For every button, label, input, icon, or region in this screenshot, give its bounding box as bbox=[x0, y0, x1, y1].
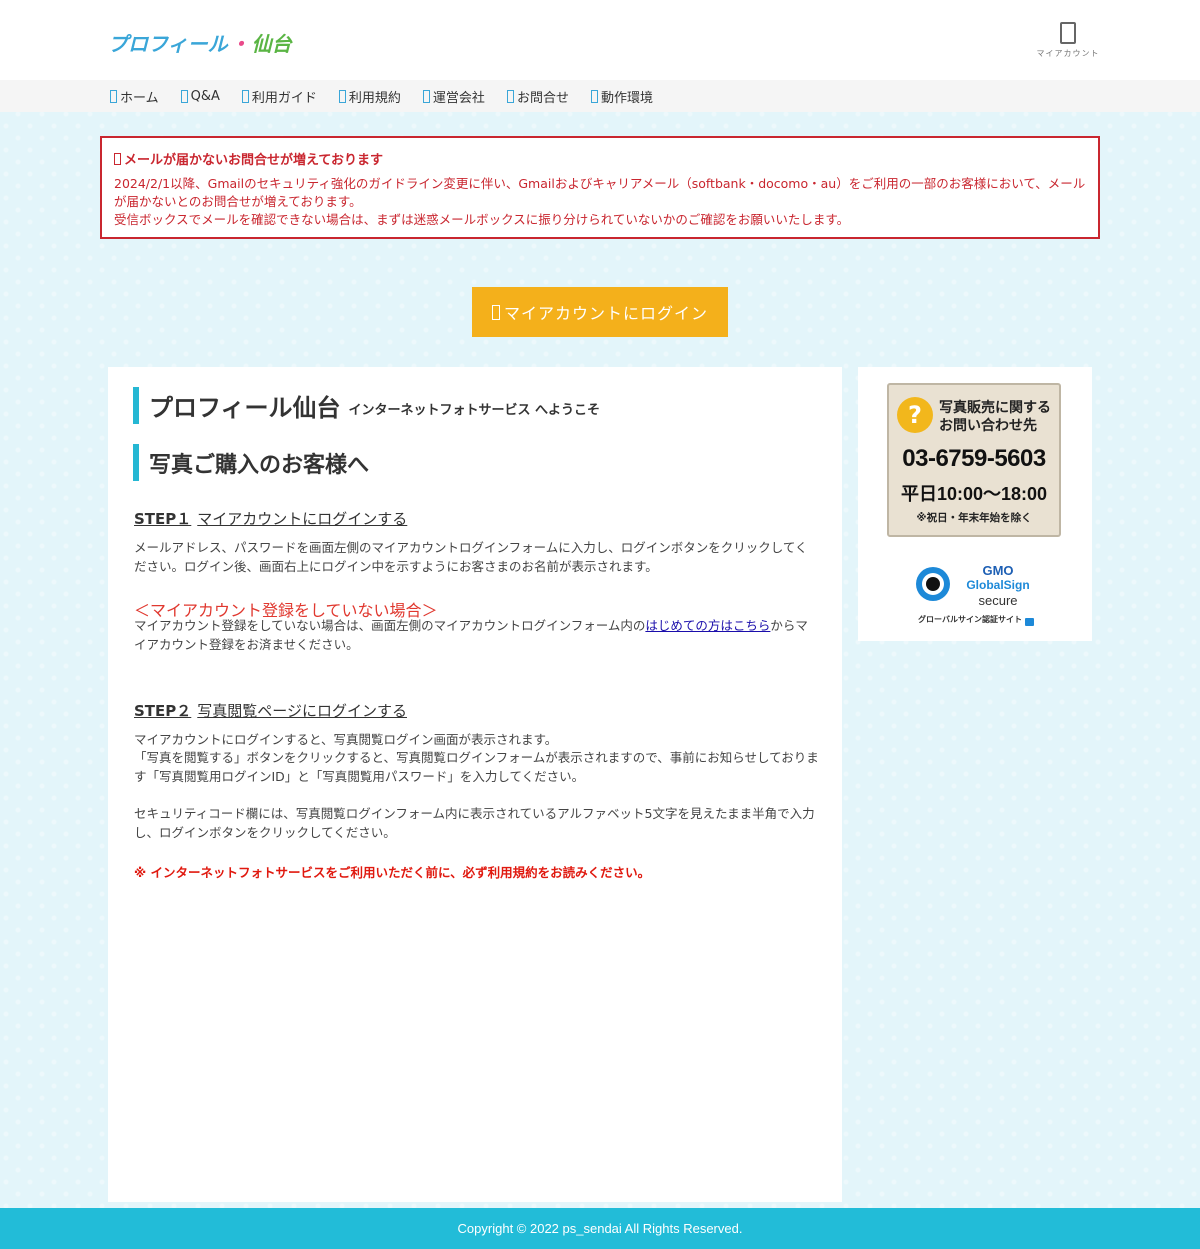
notice-title: メールが届かないお問合せが増えております bbox=[114, 149, 1086, 168]
question-icon: ? bbox=[897, 397, 933, 433]
seal-globalsign: GlobalSign bbox=[966, 578, 1030, 592]
mail-notice-box: メールが届かないお問合せが増えております 2024/2/1以降、Gmailのセキ… bbox=[100, 136, 1100, 239]
site-footer: Copyright © 2022 ps_sendai All Rights Re… bbox=[0, 1208, 1200, 1249]
welcome-title: プロフィール仙台 bbox=[149, 394, 341, 422]
main-content: プロフィール仙台 インターネットフォトサービス へようこそ 写真ご購入のお客様へ… bbox=[108, 367, 842, 1202]
my-account-login-button[interactable]: マイアカウントにログイン bbox=[472, 287, 728, 337]
terms-warning: ※ インターネットフォトサービスをご利用いただく前に、必ず利用規約をお読みくださ… bbox=[134, 865, 651, 880]
user-icon bbox=[491, 304, 500, 320]
mail-icon bbox=[506, 89, 514, 103]
step2-title: STEP２ 写真閲覧ページにログインする bbox=[134, 702, 407, 720]
contact-note: ※祝日・年末年始を除く bbox=[916, 512, 1032, 524]
company-icon bbox=[422, 89, 430, 103]
site-logo[interactable]: プロフィール ・ 仙台 bbox=[108, 28, 292, 56]
globalsign-eye-icon bbox=[916, 567, 950, 601]
nav-item-company[interactable]: 運営会社 bbox=[422, 87, 485, 106]
environment-icon bbox=[590, 89, 598, 103]
seal-secure: secure bbox=[978, 593, 1018, 608]
nav-item-contact[interactable]: お問合せ bbox=[506, 87, 569, 106]
nav-item-terms[interactable]: 利用規約 bbox=[338, 87, 401, 106]
nav-item-home[interactable]: ホーム bbox=[110, 87, 159, 106]
welcome-subtitle: インターネットフォトサービス へようこそ bbox=[348, 403, 601, 418]
welcome-heading: プロフィール仙台 インターネットフォトサービス へようこそ bbox=[133, 387, 600, 424]
copyright-text: Copyright © 2022 ps_sendai All Rights Re… bbox=[457, 1221, 743, 1236]
logo-text-sendai: 仙台 bbox=[251, 31, 292, 56]
seal-gmo: GMO bbox=[982, 563, 1014, 578]
step1-title: STEP１ マイアカウントにログインする bbox=[134, 510, 408, 528]
question-icon bbox=[180, 89, 188, 103]
logo-dot: ・ bbox=[229, 31, 250, 56]
nav-item-guide[interactable]: 利用ガイド bbox=[241, 87, 317, 106]
notice-text-1: 2024/2/1以降、Gmailのセキュリティ強化のガイドライン変更に伴い、Gm… bbox=[114, 176, 1086, 209]
user-icon bbox=[1060, 22, 1076, 44]
step2-text-2: 「写真を閲覧する」ボタンをクリックすると、写真閲覧ログインフォームが表示されます… bbox=[134, 750, 819, 784]
sidebar: ? 写真販売に関する お問い合わせ先 03-6759-5603 平日10:00〜… bbox=[858, 367, 1092, 641]
step1-text: メールアドレス、パスワードを画面左側のマイアカウントログインフォームに入力し、ロ… bbox=[134, 540, 808, 574]
first-time-link[interactable]: はじめての方はこちら bbox=[645, 618, 770, 633]
nav-item-environment[interactable]: 動作環境 bbox=[590, 87, 653, 106]
contact-banner: ? 写真販売に関する お問い合わせ先 03-6759-5603 平日10:00〜… bbox=[887, 383, 1061, 537]
contact-hours: 平日10:00〜18:00 bbox=[900, 484, 1048, 504]
seal-caption: グローバルサイン認証サイト bbox=[914, 614, 1038, 626]
my-account-label: マイアカウント bbox=[1036, 49, 1100, 58]
main-nav: ホーム Q&A 利用ガイド 利用規約 運営会社 お問合せ 動作環境 bbox=[0, 80, 1200, 112]
nav-item-qa[interactable]: Q&A bbox=[180, 89, 220, 104]
site-header: プロフィール ・ 仙台 マイアカウント bbox=[0, 0, 1200, 80]
home-icon bbox=[110, 89, 117, 103]
warning-icon bbox=[114, 152, 121, 165]
contact-heading: 写真販売に関する お問い合わせ先 bbox=[939, 400, 1051, 434]
my-account-link[interactable]: マイアカウント bbox=[1032, 22, 1104, 59]
step2-text-1: マイアカウントにログインすると、写真閲覧ログイン画面が表示されます。 bbox=[134, 732, 558, 747]
guide-icon bbox=[241, 89, 249, 103]
notice-text-2: 受信ボックスでメールを確認できない場合は、まずは迷惑メールボックスに振り分けられ… bbox=[114, 212, 850, 227]
not-registered-text: マイアカウント登録をしていない場合は、画面左側のマイアカウントログインフォーム内… bbox=[134, 618, 808, 652]
lock-icon bbox=[1024, 617, 1034, 626]
contact-phone: 03-6759-5603 bbox=[902, 445, 1046, 472]
purchase-heading: 写真ご購入のお客様へ bbox=[133, 444, 369, 481]
globalsign-seal[interactable]: GMO GlobalSign secure グローバルサイン認証サイト bbox=[914, 563, 1038, 627]
step2-text-3: セキュリティコード欄には、写真閲覧ログインフォーム内に表示されているアルファベッ… bbox=[134, 806, 815, 840]
logo-text-profile: プロフィール bbox=[108, 31, 228, 56]
terms-icon bbox=[338, 89, 346, 103]
